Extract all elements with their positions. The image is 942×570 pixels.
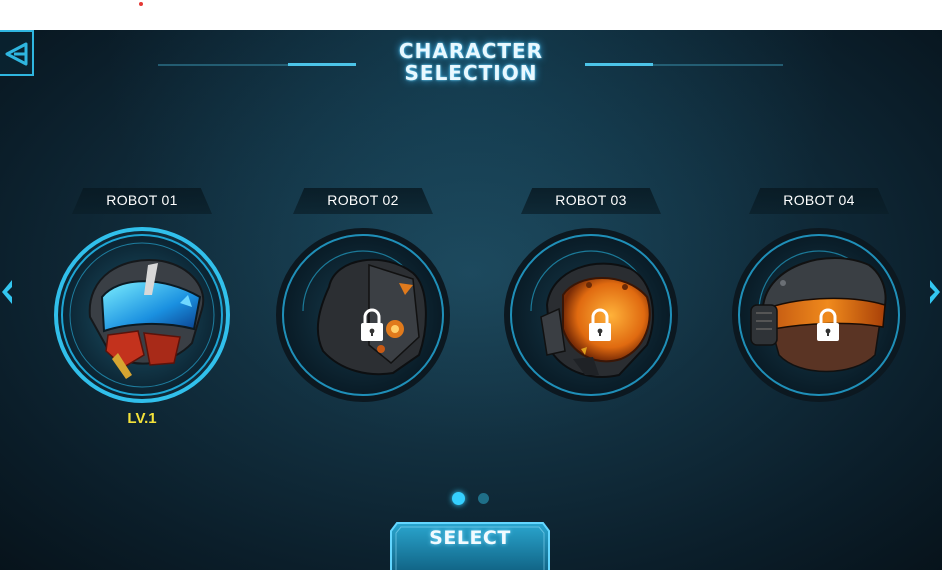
pagination-dots xyxy=(450,491,492,505)
robot-name: ROBOT 04 xyxy=(783,192,855,208)
select-button-label: SELECT xyxy=(429,527,511,549)
robot-card-04[interactable]: ROBOT 04 xyxy=(729,185,909,445)
robot-04-helmet-icon xyxy=(732,228,906,402)
robot-02-helmet-icon xyxy=(276,228,450,402)
robot-portrait-locked[interactable] xyxy=(729,225,909,405)
robot-portrait-locked[interactable] xyxy=(501,225,681,405)
back-button[interactable] xyxy=(0,30,34,76)
robot-portrait-locked[interactable] xyxy=(273,225,453,405)
robot-portrait-selected[interactable] xyxy=(52,225,232,405)
title-line-2: SELECTION xyxy=(404,61,538,85)
robot-card-02[interactable]: ROBOT 02 xyxy=(273,185,453,445)
page-dot-active[interactable] xyxy=(452,492,465,505)
top-status-bar xyxy=(0,0,942,30)
robot-card-03[interactable]: ROBOT 03 xyxy=(501,185,681,445)
page-dot-inactive[interactable] xyxy=(478,493,489,504)
title-decoration-right xyxy=(585,63,783,66)
robot-name: ROBOT 02 xyxy=(327,192,399,208)
status-dot xyxy=(139,2,143,6)
robot-01-helmet-icon xyxy=(54,227,230,403)
previous-page-arrow[interactable] xyxy=(0,278,14,306)
robot-level: LV.1 xyxy=(127,410,157,427)
robot-03-helmet-icon xyxy=(504,228,678,402)
robot-card-01[interactable]: ROBOT 01 LV.1 xyxy=(52,185,232,445)
back-arrow-icon xyxy=(5,42,28,66)
next-page-arrow[interactable] xyxy=(928,278,942,306)
character-selection-screen: CHARACTER SELECTION ROBOT 01 LV.1 ROBOT … xyxy=(0,30,942,570)
page-title: CHARACTER SELECTION xyxy=(371,40,571,84)
robot-name: ROBOT 01 xyxy=(106,192,178,208)
select-button[interactable]: SELECT xyxy=(389,521,551,570)
title-decoration-left xyxy=(158,63,356,66)
title-line-1: CHARACTER xyxy=(398,39,544,63)
robot-name: ROBOT 03 xyxy=(555,192,627,208)
